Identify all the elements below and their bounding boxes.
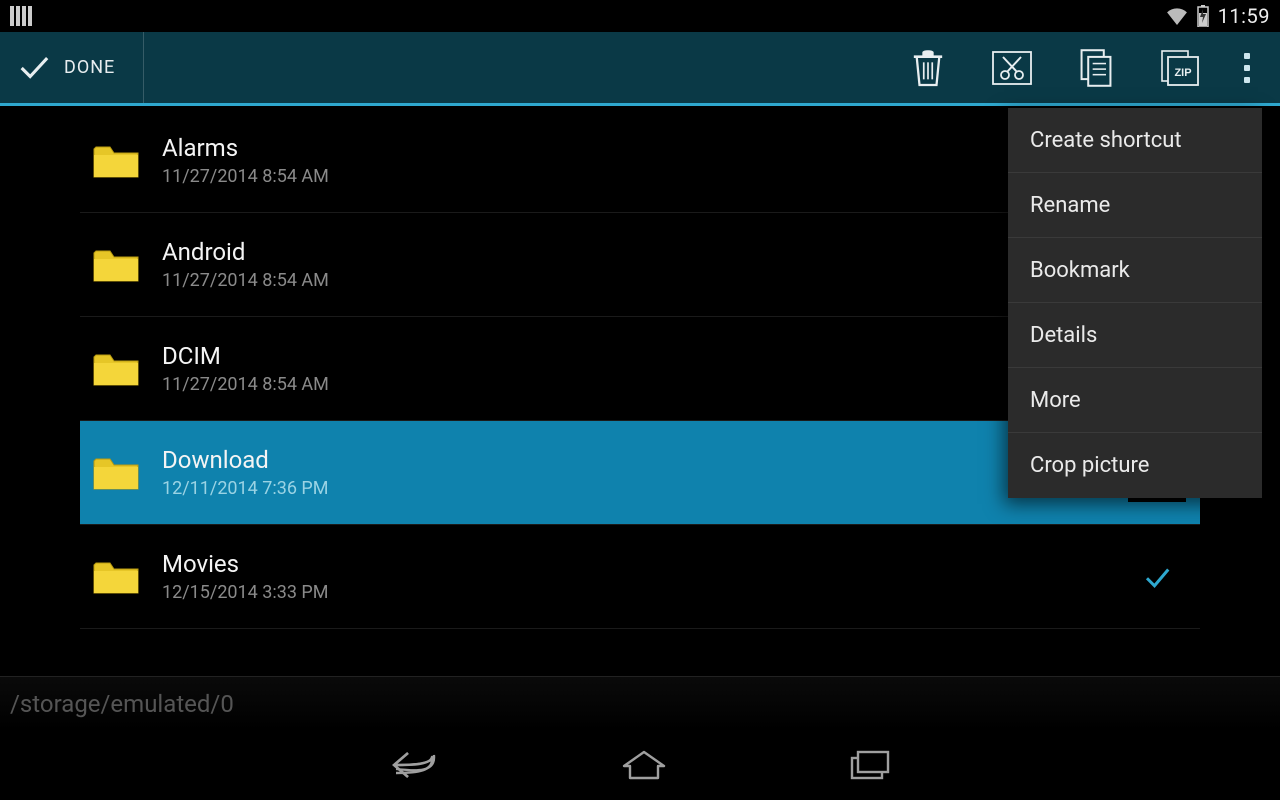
- done-label: DONE: [64, 57, 115, 78]
- home-button[interactable]: [620, 748, 668, 782]
- signal-bars-icon: [10, 6, 32, 26]
- check-icon: [1142, 562, 1172, 592]
- folder-icon: [88, 245, 144, 285]
- recents-button[interactable]: [848, 748, 892, 782]
- path-bar[interactable]: /storage/emulated/0: [0, 676, 1280, 730]
- cut-button[interactable]: [970, 31, 1054, 105]
- copy-icon: [1077, 48, 1115, 88]
- overflow-dot-icon: [1244, 77, 1250, 83]
- folder-icon: [88, 141, 144, 181]
- menu-item-details[interactable]: Details: [1008, 303, 1262, 368]
- cut-icon: [991, 49, 1033, 87]
- file-date: 12/15/2014 3:33 PM: [162, 582, 1128, 603]
- zip-icon: ZIP: [1159, 48, 1201, 88]
- navigation-bar: [0, 730, 1280, 800]
- overflow-dot-icon: [1244, 53, 1250, 59]
- trash-icon: [911, 48, 945, 88]
- selection-checkbox[interactable]: [1128, 548, 1186, 606]
- zip-button[interactable]: ZIP: [1138, 31, 1222, 105]
- file-row[interactable]: Movies 12/15/2014 3:33 PM: [80, 525, 1200, 629]
- action-bar: DONE ZIP: [0, 32, 1280, 106]
- svg-text:ZIP: ZIP: [1174, 67, 1191, 79]
- file-date: 12/11/2014 7:36 PM: [162, 478, 1128, 499]
- menu-item-crop-picture[interactable]: Crop picture: [1008, 433, 1262, 498]
- back-button[interactable]: [388, 747, 440, 783]
- folder-icon: [88, 349, 144, 389]
- check-icon: [16, 51, 50, 85]
- file-name: Movies: [162, 550, 1128, 578]
- copy-button[interactable]: [1054, 31, 1138, 105]
- folder-icon: [88, 557, 144, 597]
- current-path: /storage/emulated/0: [10, 690, 234, 718]
- delete-button[interactable]: [886, 31, 970, 105]
- battery-charging-icon: [1196, 5, 1210, 27]
- context-menu: Create shortcut Rename Bookmark Details …: [1008, 108, 1262, 498]
- status-clock: 11:59: [1218, 4, 1270, 28]
- menu-item-more[interactable]: More: [1008, 368, 1262, 433]
- wifi-icon: [1166, 7, 1188, 25]
- folder-icon: [88, 453, 144, 493]
- file-name: Download: [162, 446, 1128, 474]
- menu-item-bookmark[interactable]: Bookmark: [1008, 238, 1262, 303]
- overflow-dot-icon: [1244, 65, 1250, 71]
- menu-item-rename[interactable]: Rename: [1008, 173, 1262, 238]
- status-bar: 11:59: [0, 0, 1280, 32]
- menu-item-create-shortcut[interactable]: Create shortcut: [1008, 108, 1262, 173]
- done-button[interactable]: DONE: [16, 32, 144, 103]
- overflow-menu-button[interactable]: [1222, 31, 1272, 105]
